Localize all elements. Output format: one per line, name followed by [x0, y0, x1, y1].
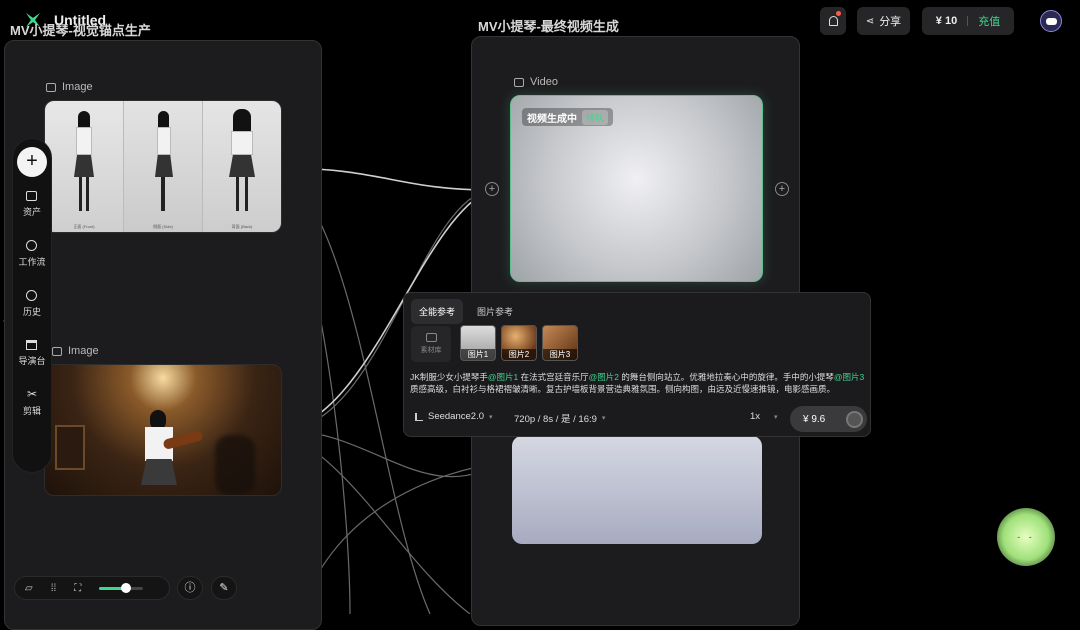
image-icon — [52, 346, 62, 356]
sidebar-item-history[interactable]: 历史 — [23, 290, 41, 318]
help-icon: ⓘ — [184, 582, 196, 594]
ref-thumb-1[interactable]: 图片1 — [460, 325, 496, 361]
video-preview-2[interactable] — [512, 436, 762, 544]
image-icon — [46, 82, 56, 92]
chevron-down-icon: ▾ — [601, 415, 606, 422]
count-select[interactable]: 1x ▾ — [750, 411, 778, 422]
share-button[interactable]: ⋖ 分享 — [857, 7, 910, 35]
ref-thumb-3[interactable]: 图片3 — [542, 325, 578, 361]
tab-image-reference[interactable]: 图片参考 — [469, 299, 521, 324]
image-node-1-label: Image — [46, 81, 93, 93]
image-node-1[interactable]: 正面 (Front) 侧面 (Side) 背面 (Back) — [44, 100, 282, 233]
add-node-button[interactable]: + — [17, 147, 47, 177]
video-status-tag: 视频生成中 排队 — [522, 108, 614, 126]
generate-status-icon — [846, 410, 863, 428]
robot-face-icon — [1045, 17, 1057, 25]
balance-value: ¥ 10 — [935, 15, 958, 27]
notes-button[interactable]: ✎ — [211, 576, 237, 600]
prompt-panel: 全能参考 图片参考 素材库 图片1 图片2 图片3 JK制服少女小提琴手@图片1… — [403, 292, 871, 437]
reference-thumbs: 图片1 图片2 图片3 — [460, 325, 578, 361]
archive-icon — [425, 333, 437, 342]
help-button[interactable]: ⓘ — [177, 576, 203, 600]
mention-image-2: @图片2 — [588, 372, 620, 382]
character-front-view: 正面 (Front) — [45, 101, 123, 232]
tab-omni-reference[interactable]: 全能参考 — [411, 299, 464, 324]
generate-button[interactable]: ¥ 9.6 — [790, 406, 867, 432]
right-group-title: MV小提琴-最终视频生成 — [478, 19, 619, 34]
scissors-icon: ✂ — [26, 387, 38, 401]
workflow-icon — [26, 240, 38, 251]
assistant-bubble[interactable]: - - — [997, 508, 1055, 566]
mention-image-3: @图片3 — [833, 372, 865, 382]
clock-icon — [26, 290, 38, 301]
ref-thumb-2[interactable]: 图片2 — [501, 325, 537, 361]
bar-chart-icon — [415, 412, 423, 421]
settings-select[interactable]: 720p / 8s / 是 / 16:9 ▾ — [514, 411, 605, 425]
model-select[interactable]: Seedance2.0 ▾ — [415, 411, 493, 422]
edit-icon: ✎ — [219, 582, 229, 594]
bell-icon — [828, 16, 838, 26]
canvas-toolbar: ▱ ⁞⁞ ⛶ — [14, 576, 170, 600]
sidebar-item-workflow[interactable]: 工作流 — [18, 240, 46, 268]
character-side-view: 侧面 (Side) — [123, 101, 202, 232]
share-icon: ⋖ — [865, 15, 875, 27]
grid-icon[interactable]: ⁞⁞ — [51, 583, 57, 594]
balance-widget: ¥ 10 充值 — [922, 7, 1014, 35]
video-node[interactable]: 视频生成中 排队 — [510, 95, 763, 282]
notification-dot — [836, 11, 841, 16]
user-avatar[interactable] — [1040, 10, 1062, 32]
fit-view-icon[interactable]: ⛶ — [74, 583, 81, 594]
image-node-2[interactable] — [44, 364, 282, 496]
image-node-2-label: Image — [52, 345, 99, 357]
notification-button[interactable] — [820, 7, 846, 35]
sidebar-item-edit[interactable]: ✂ 剪辑 — [23, 387, 41, 417]
clapper-icon — [26, 340, 38, 350]
map-icon[interactable]: ▱ — [25, 583, 33, 594]
video-output-port[interactable]: + — [775, 182, 789, 196]
queue-badge: 排队 — [582, 109, 609, 125]
chevron-down-icon: ▾ — [489, 413, 493, 421]
prompt-text-input[interactable]: JK制服少女小提琴手@图片1 在法式宫廷音乐厅@图片2 的舞台侧向站立。优雅地拉… — [410, 371, 866, 395]
mention-image-1: @图片1 — [487, 372, 519, 382]
zoom-slider[interactable] — [99, 582, 144, 593]
video-icon — [514, 77, 524, 87]
sidebar-item-director[interactable]: 导演台 — [18, 340, 46, 367]
fireplace-decor — [55, 425, 85, 470]
left-sidebar: + 资产 工作流 历史 导演台 ✂ 剪辑 — [12, 138, 52, 473]
left-group-title: MV小提琴-视觉锚点生产 — [10, 23, 151, 38]
recharge-button[interactable]: 充值 — [978, 13, 1000, 29]
video-node-label: Video — [514, 76, 558, 88]
archive-icon — [26, 191, 38, 201]
sidebar-item-assets[interactable]: 资产 — [23, 191, 41, 218]
material-library-button[interactable]: 素材库 — [411, 326, 451, 362]
character-back-view: 背面 (Back) — [202, 101, 281, 232]
chevron-down-icon: ▾ — [774, 413, 778, 421]
assistant-face-icon: - - — [1017, 532, 1035, 542]
video-input-port[interactable]: + — [485, 182, 499, 196]
